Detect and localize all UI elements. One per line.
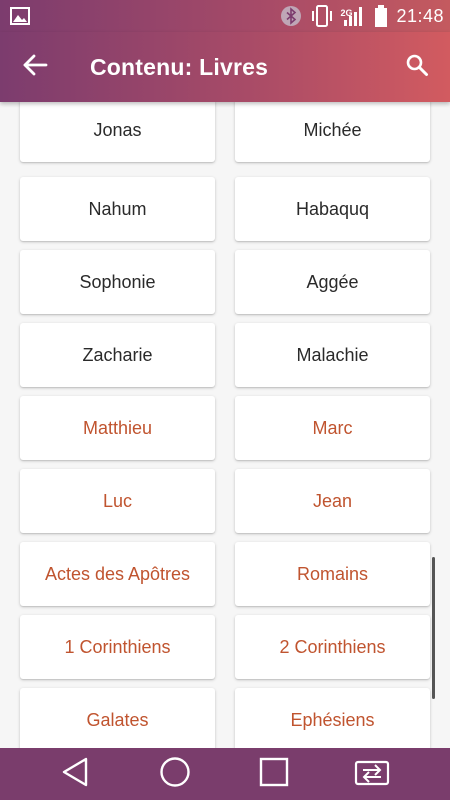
- scrollbar[interactable]: [432, 557, 435, 699]
- battery-icon: [374, 4, 388, 28]
- back-button[interactable]: [20, 53, 50, 81]
- book-card[interactable]: Michée: [235, 102, 430, 162]
- book-card[interactable]: Luc: [20, 469, 215, 533]
- app-bar: Contenu: Livres: [0, 32, 450, 102]
- book-card[interactable]: Actes des Apôtres: [20, 542, 215, 606]
- book-card[interactable]: Zacharie: [20, 323, 215, 387]
- switch-sim-icon: [353, 756, 391, 793]
- home-circle-icon: [159, 756, 191, 793]
- page-title: Contenu: Livres: [90, 54, 269, 80]
- network-type-label: 2G: [340, 8, 353, 18]
- book-card[interactable]: Aggée: [235, 250, 430, 314]
- system-nav-bar: [0, 748, 450, 800]
- book-card[interactable]: 1 Corinthiens: [20, 615, 215, 679]
- book-card[interactable]: Romains: [235, 542, 430, 606]
- search-icon: [405, 53, 429, 82]
- book-card[interactable]: Jonas: [20, 102, 215, 162]
- arrow-back-icon: [22, 53, 48, 82]
- status-time: 21:48: [396, 5, 444, 26]
- image-icon: [10, 7, 30, 25]
- status-bar: 2G 21:48: [0, 0, 450, 32]
- recents-square-icon: [258, 756, 290, 793]
- book-card[interactable]: Jean: [235, 469, 430, 533]
- nav-back-button[interactable]: [55, 756, 95, 792]
- book-card[interactable]: 2 Corinthiens: [235, 615, 430, 679]
- back-triangle-icon: [60, 756, 90, 793]
- signal-icon: 2G: [340, 4, 366, 28]
- bluetooth-icon: [280, 5, 302, 27]
- nav-switch-sim-button[interactable]: [352, 756, 392, 792]
- book-card[interactable]: Matthieu: [20, 396, 215, 460]
- search-button[interactable]: [402, 52, 432, 82]
- books-list[interactable]: Jonas Michée Nahum Habaquq Sophonie Aggée Zach…: [0, 102, 450, 748]
- nav-home-button[interactable]: [155, 756, 195, 792]
- book-card[interactable]: Marc: [235, 396, 430, 460]
- book-card[interactable]: Nahum: [20, 177, 215, 241]
- vibrate-icon: [310, 4, 334, 28]
- book-card[interactable]: Habaquq: [235, 177, 430, 241]
- book-card[interactable]: Galates: [20, 688, 215, 748]
- book-card[interactable]: Sophonie: [20, 250, 215, 314]
- book-card[interactable]: Malachie: [235, 323, 430, 387]
- book-card[interactable]: Ephésiens: [235, 688, 430, 748]
- nav-recents-button[interactable]: [254, 756, 294, 792]
